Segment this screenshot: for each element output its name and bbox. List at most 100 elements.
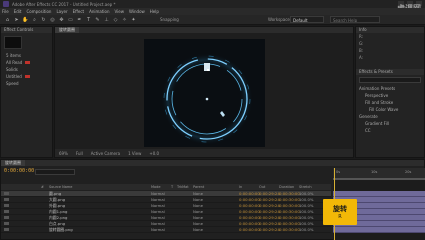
workspace-select[interactable]: Default (290, 16, 324, 23)
app-logo-icon (3, 1, 9, 7)
menu-file[interactable]: File (2, 9, 9, 14)
viewer-tab-bar: 旋转圆圈 (55, 27, 353, 33)
tree-item[interactable]: CC (356, 127, 424, 134)
col-t: T (171, 185, 174, 189)
tab-effect-controls[interactable]: Effect Controls (1, 27, 52, 33)
viewer-footer: 69% Full Active Camera 1 View +0.0 (55, 149, 353, 157)
workspace-label: Workspace (268, 17, 290, 22)
project-thumbnail (4, 36, 22, 49)
annotation-key: R (338, 214, 342, 220)
project-item[interactable]: Solids (1, 66, 52, 73)
puppet-tool-icon[interactable]: ✦ (130, 17, 137, 23)
home-icon[interactable]: ⌂ (4, 17, 11, 23)
layer-column-header: # Source Name Mode T TrkMat Parent In Ou… (1, 184, 331, 190)
info-r: R: (359, 34, 364, 39)
project-item[interactable]: All Read (1, 59, 52, 66)
shortcut-annotation: 旋转 R (323, 199, 357, 225)
col-in: In (239, 185, 243, 189)
brush-tool-icon[interactable]: ✎ (94, 17, 101, 23)
project-item[interactable]: Speed (1, 80, 52, 87)
visibility-toggle[interactable] (4, 222, 9, 225)
views-select[interactable]: 1 View (128, 151, 141, 156)
timeline-search-input[interactable] (35, 169, 75, 175)
menu-window[interactable]: Window (129, 9, 145, 14)
rotate-tool-icon[interactable]: ↻ (40, 17, 47, 23)
current-timecode[interactable]: 0:00:00:00 (4, 168, 34, 174)
selection-tool-icon[interactable]: ➤ (13, 17, 20, 23)
stamp-tool-icon[interactable]: ⊥ (103, 17, 110, 23)
menu-help[interactable]: Help (150, 9, 159, 14)
col-stretch: Stretch (299, 185, 312, 189)
composition-canvas[interactable] (144, 39, 265, 147)
pen-tool-icon[interactable]: ✒ (76, 17, 83, 23)
menu-composition[interactable]: Composition (26, 9, 51, 14)
resolution-select[interactable]: Full (76, 151, 83, 156)
snapping-toggle[interactable]: Snapping (160, 17, 179, 22)
info-b: B: (359, 48, 364, 53)
tab-effects-presets[interactable]: Effects & Presets (356, 69, 424, 75)
menu-layer[interactable]: Layer (56, 9, 67, 14)
visibility-toggle[interactable] (4, 216, 9, 219)
project-item[interactable]: 5 items (1, 52, 52, 59)
time-ruler[interactable]: 0s 10s 20s (333, 168, 425, 178)
roto-tool-icon[interactable]: ✧ (121, 17, 128, 23)
window-title: Adobe After Effects CC 2017 - Untitled P… (12, 1, 116, 7)
work-area-bar[interactable] (333, 178, 425, 180)
visibility-toggle[interactable] (4, 228, 9, 231)
visibility-toggle[interactable] (4, 204, 9, 207)
camera-tool-icon[interactable]: ◎ (49, 17, 56, 23)
col-mode: Mode (151, 185, 161, 189)
timeline-panel: 旋转圆圈 0:00:00:00 # Source Name Mode T Trk… (0, 159, 425, 240)
eraser-tool-icon[interactable]: ◇ (112, 17, 119, 23)
tree-item[interactable]: Animation Presets (356, 85, 424, 92)
visibility-toggle[interactable] (4, 210, 9, 213)
menu-edit[interactable]: Edit (14, 9, 22, 14)
project-panel: Effect Controls 5 items All Read Solids … (0, 26, 53, 158)
hand-tool-icon[interactable]: ✋ (22, 17, 29, 23)
timeline-tab-bar: 旋转圆圈 (1, 160, 424, 166)
tree-item[interactable]: Generate (356, 113, 424, 120)
search-help-input[interactable]: Search Help (330, 16, 380, 23)
menu-bar: File Edit Composition Layer Effect Anima… (0, 8, 425, 15)
right-panel: Info R: G: B: A: Effects & Presets Anima… (355, 26, 425, 158)
zoom-select[interactable]: 69% (59, 151, 68, 156)
pan-behind-tool-icon[interactable]: ✥ (58, 17, 65, 23)
zoom-tool-icon[interactable]: ⌕ (31, 17, 38, 23)
tree-item[interactable]: Gradient Fill (356, 120, 424, 127)
visibility-toggle[interactable] (4, 198, 9, 201)
annotation-title: 旋转 (333, 205, 347, 213)
layer-row[interactable]: 旋转圆圈.png Normal None 0:00:00:00 0:00:29:… (1, 227, 331, 233)
menu-view[interactable]: View (115, 9, 125, 14)
tree-item[interactable]: Fill Color Wave (356, 106, 424, 113)
menu-animation[interactable]: Animation (89, 9, 109, 14)
ruler-tick-label: 10s (371, 170, 378, 174)
col-out: Out (259, 185, 266, 189)
tab-composition[interactable]: 旋转圆圈 (55, 27, 79, 33)
ruler-tick-label: 0s (336, 170, 341, 174)
type-tool-icon[interactable]: T (85, 17, 92, 23)
label-color-swatch (24, 75, 30, 78)
ruler-tick-label: 20s (405, 170, 412, 174)
layer-duration-bar[interactable] (333, 227, 425, 233)
col-parent: Parent (193, 185, 205, 189)
shape-tool-icon[interactable]: ▭ (67, 17, 74, 23)
col-duration: Duration (279, 185, 295, 189)
label-color-swatch (25, 61, 31, 64)
menu-effect[interactable]: Effect (73, 9, 85, 14)
project-item[interactable]: Untitled (1, 73, 52, 80)
visibility-toggle[interactable] (4, 192, 9, 195)
composition-viewer: 旋转圆圈 69% Full Active Camera 1 View +0.0 (54, 26, 354, 158)
info-a: A: (359, 55, 364, 60)
tree-item[interactable]: Fill and Stroke (356, 99, 424, 106)
effects-search-input[interactable] (359, 77, 421, 83)
tab-timeline-comp[interactable]: 旋转圆圈 (1, 160, 25, 166)
tree-item[interactable]: Perspective (356, 92, 424, 99)
col-trkmat: TrkMat (177, 185, 189, 189)
ring-graphic (161, 53, 253, 145)
col-source-name: Source Name (49, 185, 73, 189)
tools-toolbar: ⌂ ➤ ✋ ⌕ ↻ ◎ ✥ ▭ ✒ T ✎ ⊥ ◇ ✧ ✦ Snapping W… (0, 15, 425, 25)
info-g: G: (359, 41, 364, 46)
title-bar: Adobe After Effects CC 2017 - Untitled P… (0, 0, 425, 8)
camera-select[interactable]: Active Camera (91, 151, 120, 156)
exposure-value[interactable]: +0.0 (149, 151, 159, 156)
